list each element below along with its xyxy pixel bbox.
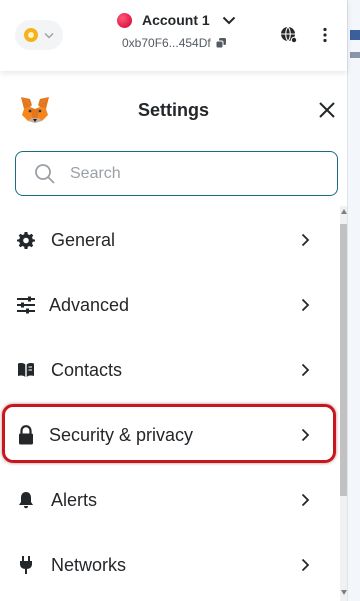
menu-item-label: Networks bbox=[51, 554, 127, 575]
settings-item-advanced[interactable]: Advanced bbox=[0, 275, 338, 335]
gear-icon bbox=[15, 229, 37, 251]
address-copy[interactable]: 0xb70F6...454Df bbox=[117, 36, 247, 50]
search-input[interactable] bbox=[68, 163, 302, 184]
lock-icon bbox=[15, 424, 37, 446]
network-selector-button[interactable] bbox=[15, 20, 63, 50]
background-page-edge bbox=[347, 0, 360, 601]
menu-item-label: Advanced bbox=[49, 294, 130, 315]
scroll-up-arrow-icon[interactable] bbox=[341, 209, 347, 214]
scrollbar[interactable] bbox=[340, 206, 347, 601]
scrollbar-thumb[interactable] bbox=[340, 224, 347, 496]
settings-item-contacts[interactable]: Contacts bbox=[0, 340, 338, 400]
chevron-right-icon bbox=[301, 363, 310, 377]
bell-icon bbox=[15, 489, 37, 511]
copy-icon[interactable] bbox=[215, 37, 227, 49]
menu-item-label: Security & privacy bbox=[49, 424, 194, 445]
search-field[interactable] bbox=[15, 151, 338, 196]
account-picker-button[interactable]: Account 1 bbox=[117, 12, 247, 28]
scroll-down-arrow-icon[interactable] bbox=[341, 590, 347, 595]
account-address: 0xb70F6...454Df bbox=[122, 36, 211, 50]
chevron-right-icon bbox=[301, 558, 310, 572]
settings-item-networks[interactable]: Networks bbox=[0, 535, 338, 595]
chevron-right-icon bbox=[301, 298, 310, 312]
account-menu: Account 1 0xb70F6...454Df bbox=[117, 12, 247, 62]
book-icon bbox=[15, 359, 37, 381]
menu-item-label: Contacts bbox=[51, 359, 123, 380]
network-icon bbox=[24, 28, 38, 42]
search-icon bbox=[35, 163, 55, 184]
settings-header: Settings bbox=[0, 86, 347, 134]
chevron-right-icon bbox=[301, 428, 310, 442]
globe-icon[interactable] bbox=[280, 26, 298, 44]
page-title: Settings bbox=[137, 100, 209, 120]
close-icon[interactable] bbox=[318, 101, 336, 119]
account-avatar bbox=[117, 12, 132, 28]
settings-item-security-privacy[interactable]: Security & privacy bbox=[0, 405, 338, 465]
chevron-right-icon bbox=[301, 233, 310, 247]
chevron-right-icon bbox=[301, 493, 310, 507]
settings-item-alerts[interactable]: Alerts bbox=[0, 470, 338, 530]
menu-item-label: General bbox=[51, 229, 116, 250]
plug-icon bbox=[15, 554, 37, 576]
chevron-down-icon bbox=[44, 32, 54, 38]
more-options-icon[interactable] bbox=[322, 27, 328, 43]
menu-item-label: Alerts bbox=[51, 489, 98, 510]
settings-item-general[interactable]: General bbox=[0, 210, 338, 270]
account-name: Account 1 bbox=[142, 12, 210, 28]
app-header: Account 1 0xb70F6...454Df bbox=[0, 0, 347, 71]
sliders-icon bbox=[15, 294, 37, 316]
chevron-down-icon bbox=[222, 16, 235, 24]
